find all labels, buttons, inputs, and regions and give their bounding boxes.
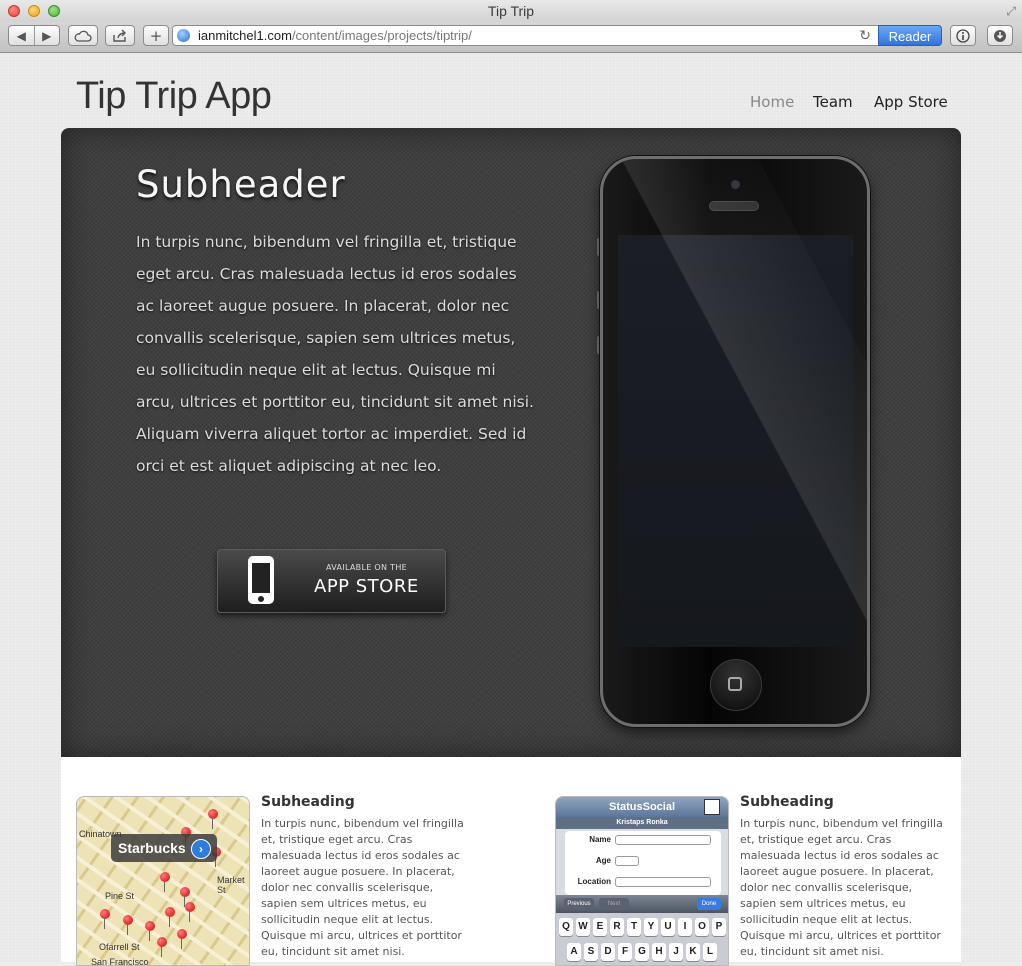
app-user-name: Kristaps Ronka — [556, 817, 728, 829]
key: Q — [559, 918, 573, 936]
back-button[interactable]: ◀ — [9, 29, 34, 43]
iphone-glare — [603, 159, 867, 724]
web-page: Tip Trip App Home Team App Store Subhead… — [0, 53, 1022, 966]
map-pin — [165, 907, 175, 927]
map-screenshot: Chinatown Pine St Ofarrell St San Franci… — [76, 796, 250, 966]
badge-subtext: AVAILABLE ON THE — [326, 563, 407, 572]
download-icon — [994, 29, 1006, 42]
field-label: Age — [595, 856, 611, 865]
key: W — [576, 918, 590, 936]
fullscreen-icon[interactable]: ⤢ — [1006, 4, 1016, 19]
downloads-button[interactable] — [987, 25, 1013, 46]
keyboard-toolbar: Previous Next Done — [556, 895, 728, 913]
map-pin — [157, 937, 167, 957]
key: I — [678, 918, 692, 936]
key: E — [593, 918, 607, 936]
map-pin — [123, 915, 133, 935]
info-icon — [956, 28, 970, 43]
feature-heading: Subheading — [740, 794, 834, 810]
form-panel: Name Age Location — [565, 831, 721, 895]
map-pin — [160, 872, 170, 892]
key: K — [686, 943, 700, 961]
age-field — [615, 856, 639, 866]
map-pin — [180, 887, 190, 907]
key: O — [695, 918, 709, 936]
street-label: Ofarrell St — [99, 942, 140, 952]
browser-toolbar: ◀ ▶ + ianmitchel1.com/content/images/pro… — [0, 22, 1022, 53]
map-pin — [177, 929, 187, 949]
map-callout: Starbucks › — [111, 834, 217, 862]
key: P — [712, 918, 726, 936]
field-label: Location — [577, 877, 611, 886]
map-pin — [185, 902, 195, 922]
site-brand[interactable]: Tip Trip App — [76, 75, 272, 118]
app-form-screenshot: StatusSocial Kristaps Ronka Name Age Loc… — [555, 796, 729, 966]
icloud-tabs-button[interactable] — [68, 25, 98, 46]
key: U — [661, 918, 675, 936]
done-button: Done — [697, 898, 721, 910]
key: G — [635, 943, 649, 961]
feature-heading: Subheading — [261, 794, 355, 810]
badge-text: APP STORE — [314, 576, 419, 597]
key: S — [584, 943, 598, 961]
avatar — [704, 799, 720, 815]
callout-label: Starbucks — [118, 840, 186, 856]
history-nav: ◀ ▶ — [8, 25, 60, 46]
feature-text: In turpis nunc, bibendum vel fringilla e… — [261, 817, 464, 958]
nav-home[interactable]: Home — [750, 93, 794, 111]
hero-section: Subheader In turpis nunc, bibendum vel f… — [61, 128, 961, 757]
iphone-icon — [248, 556, 274, 604]
street-label: Market St — [217, 875, 245, 895]
app-store-badge-button[interactable]: AVAILABLE ON THE APP STORE — [217, 549, 446, 613]
app-title-bar: StatusSocial — [556, 797, 728, 817]
key: Y — [644, 918, 658, 936]
chevron-right-icon: › — [191, 839, 211, 859]
new-tab-button[interactable]: + — [143, 25, 169, 46]
reader-button[interactable]: Reader — [878, 25, 942, 46]
iphone-mockup — [600, 156, 870, 727]
key: T — [627, 918, 641, 936]
key: J — [669, 943, 683, 961]
features-section: Chinatown Pine St Ofarrell St San Franci… — [61, 757, 961, 966]
key: L — [703, 943, 717, 961]
street-label: Pine St — [105, 891, 135, 901]
key: H — [652, 943, 666, 961]
map-pin — [208, 809, 218, 829]
forward-button[interactable]: ▶ — [35, 29, 60, 43]
key: A — [567, 943, 581, 961]
window-titlebar: Tip Trip ⤢ — [0, 0, 1022, 22]
nav-app-store[interactable]: App Store — [874, 93, 948, 111]
field-label: Name — [589, 835, 611, 844]
share-icon — [113, 29, 126, 42]
key: F — [618, 943, 632, 961]
key: R — [610, 918, 624, 936]
key: D — [601, 943, 615, 961]
nav-team[interactable]: Team — [813, 93, 853, 111]
hero-text: In turpis nunc, bibendum vel fringilla e… — [136, 233, 534, 475]
url-text: ianmitchel1.com/content/images/projects/… — [198, 28, 472, 43]
next-button: Next — [599, 898, 629, 910]
previous-button: Previous — [564, 898, 594, 910]
address-bar[interactable]: ianmitchel1.com/content/images/projects/… — [172, 25, 942, 46]
page-info-button[interactable] — [950, 25, 976, 46]
feature-text: In turpis nunc, bibendum vel fringilla e… — [740, 817, 943, 958]
reload-icon[interactable]: ↻ — [859, 27, 871, 44]
share-button[interactable] — [105, 25, 135, 46]
map-pin — [100, 909, 110, 929]
app-title: StatusSocial — [608, 801, 676, 813]
globe-icon — [177, 29, 190, 42]
cloud-icon — [74, 30, 92, 42]
name-field — [615, 835, 711, 845]
location-field — [615, 877, 711, 887]
keyboard: Q W E R T Y U I O P A S D F G H J K L — [556, 913, 728, 965]
map-pin — [145, 921, 155, 941]
hero-title: Subheader — [136, 163, 346, 206]
window-title: Tip Trip — [487, 3, 535, 19]
